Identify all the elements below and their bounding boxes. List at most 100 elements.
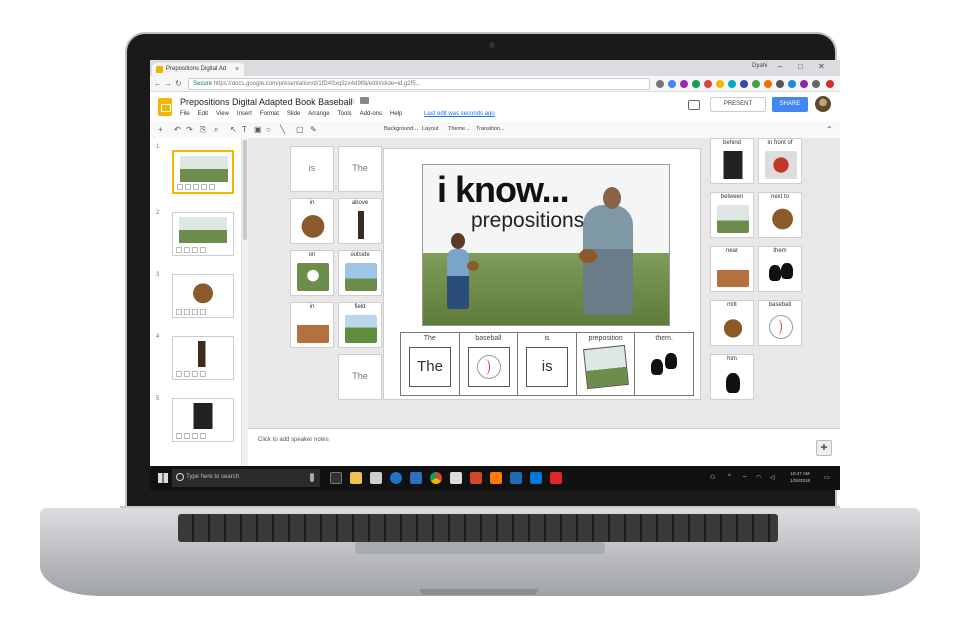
explore-icon[interactable]: ✚ (816, 440, 832, 456)
word-card[interactable]: baseball (758, 300, 802, 346)
extension-icon[interactable] (716, 80, 724, 88)
acrobat-icon[interactable] (550, 472, 562, 484)
menu-arrange[interactable]: Arrange (308, 111, 329, 117)
word-card[interactable]: near (710, 246, 754, 292)
extension-icon[interactable] (826, 80, 834, 88)
sentence-slot[interactable]: is is (518, 333, 577, 395)
word-card[interactable]: behind (710, 138, 754, 184)
comment-add-icon[interactable]: ▢ (296, 125, 304, 134)
bookmark-icon[interactable] (656, 80, 664, 88)
slot-card[interactable] (467, 347, 510, 387)
word-card[interactable]: mitt (710, 300, 754, 346)
powerpoint-icon[interactable] (470, 472, 482, 484)
illustrator-icon[interactable] (490, 472, 502, 484)
url-input[interactable]: Secure https://docs.google.com/presentat… (188, 78, 650, 90)
speaker-notes[interactable]: Click to add speaker notes (248, 428, 840, 466)
network-icon[interactable]: ⌔ (742, 474, 748, 482)
extension-icon[interactable] (704, 80, 712, 88)
slide-thumbnail-2[interactable] (172, 212, 234, 256)
taskbar-clock[interactable]: 10:47 AM 1/26/2018 (790, 470, 810, 484)
slide-thumbnail-5[interactable] (172, 398, 234, 442)
app-icon[interactable] (410, 472, 422, 484)
slot-card[interactable]: is (526, 347, 569, 387)
menu-addons[interactable]: Add-ons (360, 111, 382, 117)
word-card[interactable]: on (290, 250, 334, 296)
menu-file[interactable]: File (180, 111, 190, 117)
comments-icon[interactable] (688, 100, 700, 110)
current-slide[interactable]: i know... prepositions The The baseball (383, 148, 701, 400)
filmstrip-scrollbar[interactable] (243, 140, 247, 240)
last-edit-link[interactable]: Last edit was seconds ago (424, 111, 495, 117)
browser-tab[interactable]: Prepositions Digital Ad × (152, 63, 244, 76)
doc-title[interactable]: Prepositions Digital Adapted Book Baseba… (180, 97, 353, 107)
mail-icon[interactable] (450, 472, 462, 484)
app-icon[interactable] (510, 472, 522, 484)
file-explorer-icon[interactable] (350, 472, 362, 484)
app-icon[interactable] (530, 472, 542, 484)
word-card[interactable]: field (338, 302, 382, 348)
word-card[interactable]: outside (338, 250, 382, 296)
word-card[interactable]: in front of (758, 138, 802, 184)
slide-thumbnail-4[interactable] (172, 336, 234, 380)
extension-icon[interactable] (680, 80, 688, 88)
background-button[interactable]: Background... (384, 126, 418, 132)
menu-insert[interactable]: Insert (237, 111, 252, 117)
word-card[interactable]: in (290, 302, 334, 348)
extension-icon[interactable] (692, 80, 700, 88)
extension-icon[interactable] (752, 80, 760, 88)
menu-view[interactable]: View (216, 111, 229, 117)
reload-icon[interactable]: ↻ (175, 79, 182, 88)
extension-icon[interactable] (788, 80, 796, 88)
word-card[interactable]: him (710, 354, 754, 400)
word-card[interactable]: is (290, 146, 334, 192)
forward-icon[interactable]: → (164, 79, 172, 88)
paint-format-icon[interactable]: ⎘ (200, 125, 206, 135)
slot-card[interactable]: The (409, 347, 451, 387)
chevron-up-icon[interactable]: ⌃ (826, 125, 833, 134)
line-icon[interactable]: ╲ (280, 125, 285, 134)
word-card[interactable]: in (290, 198, 334, 244)
menu-tools[interactable]: Tools (338, 111, 352, 117)
people-icon[interactable]: ⚇ (710, 474, 715, 481)
sentence-slot[interactable]: The The (401, 333, 460, 395)
pen-icon[interactable]: ✎ (310, 125, 317, 134)
microphone-icon[interactable] (310, 473, 314, 482)
extension-icon[interactable] (764, 80, 772, 88)
word-card[interactable]: The (338, 146, 382, 192)
extension-icon[interactable] (776, 80, 784, 88)
word-card[interactable]: them (758, 246, 802, 292)
notifications-icon[interactable]: ▭ (824, 474, 830, 481)
avatar[interactable] (815, 96, 831, 112)
shape-icon[interactable]: ○ (266, 125, 271, 134)
textbox-icon[interactable]: T (242, 125, 247, 134)
task-view-icon[interactable] (330, 472, 342, 484)
tab-close-icon[interactable]: × (235, 63, 239, 76)
present-button[interactable]: PRESENT (710, 97, 766, 112)
word-card[interactable]: The (338, 354, 382, 400)
extension-icon[interactable] (800, 80, 808, 88)
undo-icon[interactable]: ↶ (174, 125, 181, 134)
slot-card[interactable] (582, 344, 629, 390)
menu-help[interactable]: Help (390, 111, 402, 117)
minimize-icon[interactable]: – (778, 62, 782, 71)
select-icon[interactable]: ↖ (230, 125, 237, 134)
volume-icon[interactable]: ◁ (770, 474, 775, 481)
chrome-icon[interactable] (430, 472, 442, 484)
new-slide-icon[interactable]: + (158, 125, 163, 134)
layout-button[interactable]: Layout (422, 126, 439, 132)
word-card[interactable]: next to (758, 192, 802, 238)
star-icon[interactable]: ☆ (348, 96, 356, 107)
extension-icon[interactable] (668, 80, 676, 88)
menu-edit[interactable]: Edit (198, 111, 208, 117)
slide-thumbnail-1[interactable] (172, 150, 234, 194)
slide-thumbnail-3[interactable] (172, 274, 234, 318)
zoom-icon[interactable]: ⌕ (214, 125, 218, 135)
profile-name[interactable]: Dyahi (752, 63, 767, 69)
sentence-slot[interactable]: preposition (577, 333, 636, 395)
store-icon[interactable] (370, 472, 382, 484)
word-card[interactable]: between (710, 192, 754, 238)
theme-button[interactable]: Theme... (448, 126, 470, 132)
menu-format[interactable]: Format (260, 111, 279, 117)
slides-logo-icon[interactable] (158, 98, 172, 116)
wifi-icon[interactable]: ◠ (756, 474, 761, 481)
